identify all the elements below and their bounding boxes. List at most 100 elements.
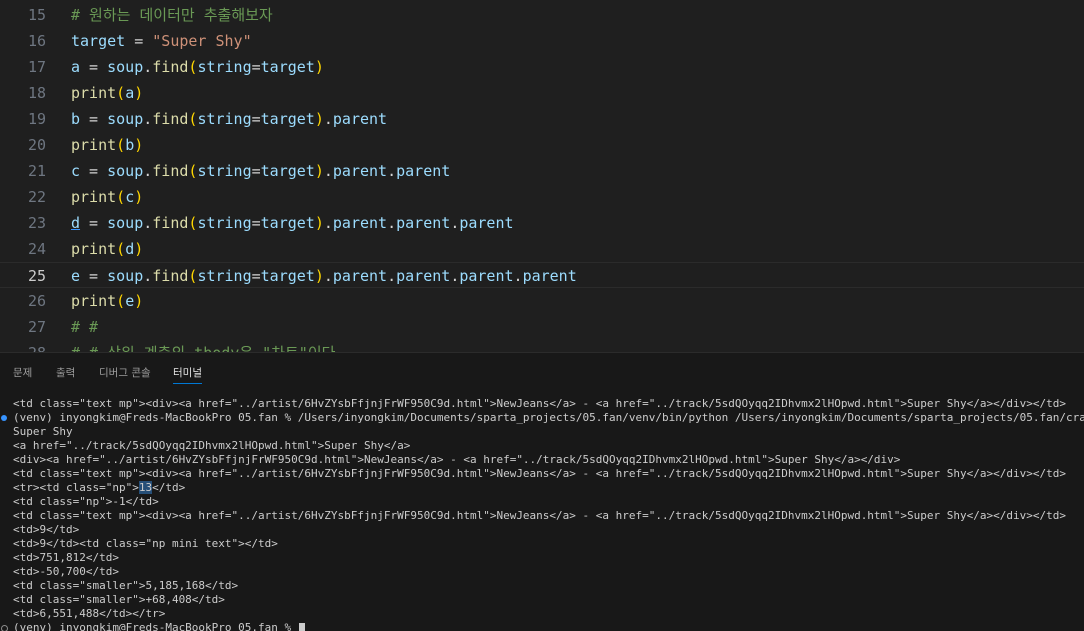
code-text: print(a) (71, 80, 143, 106)
code-token: b (125, 136, 134, 154)
code-token: parent (333, 214, 387, 232)
code-token: = (80, 58, 107, 76)
code-token: # # (71, 318, 98, 336)
terminal-text: <td class="np">-1</td> (13, 495, 159, 508)
code-token: ) (315, 214, 324, 232)
terminal-text: Super Shy (13, 425, 73, 438)
code-token: e (71, 267, 80, 285)
code-token: = (125, 32, 152, 50)
terminal-line: <td>-50,700</td> (0, 565, 1084, 579)
code-token: string (197, 162, 251, 180)
code-token: "Super Shy" (152, 32, 251, 50)
terminal-line: <td class="text mp"><div><a href="../art… (0, 509, 1084, 523)
terminal-line: <a href="../track/5sdQOyqq2IDhvmx2lHOpwd… (0, 439, 1084, 453)
code-token: = (80, 162, 107, 180)
terminal-text: <td class="text mp"><div><a href="../art… (13, 467, 1066, 480)
code-token: . (324, 267, 333, 285)
tab-output[interactable]: 출력 (56, 365, 75, 380)
code-token: print (71, 188, 116, 206)
code-token: ) (315, 267, 324, 285)
terminal-line: (venv) inyongkim@Freds-MacBookPro 05.fan… (0, 411, 1084, 425)
terminal-line: <td class="np">-1</td> (0, 495, 1084, 509)
code-token: string (197, 267, 251, 285)
code-line[interactable]: 25e = soup.find(string=target).parent.pa… (0, 262, 1084, 288)
code-token: # 원하는 데이터만 추출해보자 (71, 6, 273, 24)
terminal-text: <a href="../track/5sdQOyqq2IDhvmx2lHOpwd… (13, 439, 410, 452)
code-line[interactable]: 20print(b) (0, 132, 1084, 158)
code-text: e = soup.find(string=target).parent.pare… (71, 263, 577, 289)
line-number: 22 (0, 184, 46, 210)
terminal-text: <td>9</td><td class="np mini text"></td> (13, 537, 278, 550)
line-number: 17 (0, 54, 46, 80)
code-line[interactable]: 19b = soup.find(string=target).parent (0, 106, 1084, 132)
tab-terminal[interactable]: 터미널 (173, 365, 202, 380)
code-line[interactable]: 18print(a) (0, 80, 1084, 106)
code-line[interactable]: 24print(d) (0, 236, 1084, 262)
code-token: = (252, 267, 261, 285)
terminal-line: <td>9</td> (0, 523, 1084, 537)
code-line[interactable]: 17a = soup.find(string=target) (0, 54, 1084, 80)
terminal-text: <td class="smaller">+68,408</td> (13, 593, 225, 606)
code-token: parent (396, 267, 450, 285)
terminal-line: <div><a href="../artist/6HvZYsbFfjnjFrWF… (0, 453, 1084, 467)
code-token: = (80, 267, 107, 285)
terminal-text: <td class="text mp"><div><a href="../art… (13, 397, 1066, 410)
code-token: # # 상위 계층의 tbody은 "차트"이다 (71, 344, 335, 352)
code-token: parent (396, 214, 450, 232)
terminal-text: <td>9</td> (13, 523, 79, 536)
code-token: parent (523, 267, 577, 285)
terminal-text: <td>-50,700</td> (13, 565, 119, 578)
command-decoration-icon[interactable] (1, 625, 8, 631)
code-line[interactable]: 27# # (0, 314, 1084, 340)
code-token: . (324, 214, 333, 232)
code-token: . (143, 214, 152, 232)
line-number: 19 (0, 106, 46, 132)
code-token: c (125, 188, 134, 206)
code-token: = (80, 214, 107, 232)
line-number: 15 (0, 2, 46, 28)
code-line[interactable]: 21c = soup.find(string=target).parent.pa… (0, 158, 1084, 184)
code-line[interactable]: 16target = "Super Shy" (0, 28, 1084, 54)
code-token: a (125, 84, 134, 102)
line-number: 21 (0, 158, 46, 184)
terminal-line: <td class="smaller">5,185,168</td> (0, 579, 1084, 593)
terminal-line: Super Shy (0, 425, 1084, 439)
terminal-output[interactable]: <td class="text mp"><div><a href="../art… (0, 397, 1084, 631)
code-line[interactable]: 22 print(c) (0, 184, 1084, 210)
code-token: ( (116, 292, 125, 310)
code-token: . (324, 162, 333, 180)
terminal-text: (venv) inyongkim@Freds-MacBookPro 05.fan… (13, 411, 1084, 424)
code-token: . (450, 214, 459, 232)
code-token: parent (333, 162, 387, 180)
command-decoration-icon[interactable] (1, 415, 7, 421)
code-token: target (261, 162, 315, 180)
terminal-line: <tr><td class="np">13</td> (0, 481, 1084, 495)
code-token: ( (116, 136, 125, 154)
code-editor[interactable]: 15 # 원하는 데이터만 추출해보자 16target = "Super Shy"… (0, 0, 1084, 352)
code-token: parent (459, 214, 513, 232)
code-text: print(c) (71, 184, 143, 210)
code-token: target (261, 110, 315, 128)
code-token: parent (333, 110, 387, 128)
code-token: = (252, 110, 261, 128)
tab-problems[interactable]: 문제 (13, 365, 32, 380)
code-text: print(b) (71, 132, 143, 158)
code-line[interactable]: 15 # 원하는 데이터만 추출해보자 (0, 2, 1084, 28)
code-token: d (71, 214, 80, 232)
search-highlight: 13 (139, 481, 152, 494)
code-token: ) (315, 110, 324, 128)
terminal-text: <td class="text mp"><div><a href="../art… (13, 509, 1066, 522)
code-token: find (152, 162, 188, 180)
code-token: a (71, 58, 80, 76)
code-line[interactable]: 23d = soup.find(string=target).parent.pa… (0, 210, 1084, 236)
code-token: soup (107, 58, 143, 76)
code-line[interactable]: 28# # 상위 계층의 tbody은 "차트"이다 (0, 340, 1084, 352)
terminal-line: <td>9</td><td class="np mini text"></td> (0, 537, 1084, 551)
code-token: find (152, 110, 188, 128)
code-token: . (514, 267, 523, 285)
terminal-line: <td class="text mp"><div><a href="../art… (0, 467, 1084, 481)
tab-debug-console[interactable]: 디버그 콘솔 (99, 365, 151, 380)
code-text: # # (71, 314, 98, 340)
terminal-line: <td class="smaller">+68,408</td> (0, 593, 1084, 607)
code-line[interactable]: 26print(e) (0, 288, 1084, 314)
